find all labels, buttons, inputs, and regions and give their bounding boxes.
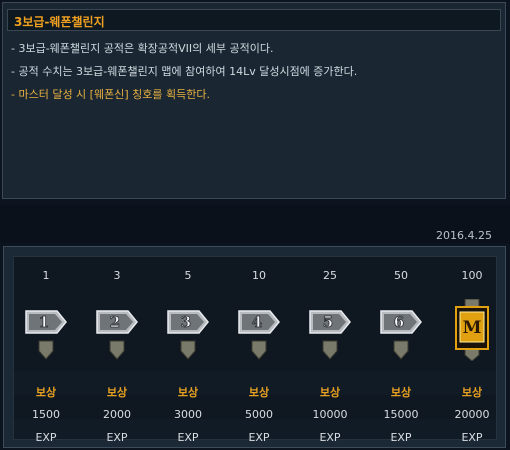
badge-glyph: 2 [110,313,120,331]
reward-label: 보상 [106,386,128,399]
achievement-info-panel: 3보급-웨폰챌린지 - 3보급-웨폰챌린지 공적은 확장공적VII의 세부 공적… [2,2,506,199]
badge-glyph: M [463,318,482,338]
rewards-panel: 1 1 보상 1500 EXP 3 2 보상 2000 EXP 5 3 보상 3000 EXP 10 4 보상 50… [3,246,506,448]
exp-unit: EXP [177,431,199,444]
exp-unit: EXP [35,431,57,444]
exp-value: 20000 [454,408,490,421]
tier-level: 100 [461,269,483,282]
rank-badge: 2 [87,299,147,361]
badge-glyph: 5 [323,313,333,331]
master-badge: M [442,299,502,361]
rank-badge-icon: 4 [238,310,280,360]
badge-glyph: 4 [252,313,262,331]
description-line: - 공적 수치는 3보급-웨폰챌린지 맵에 참여하여 14Lv 달성시점에 증가… [11,65,358,78]
rank-badge-icon: 6 [380,310,422,360]
reward-label: 보상 [390,386,412,399]
exp-unit: EXP [106,431,128,444]
reward-label: 보상 [461,386,483,399]
exp-unit: EXP [461,431,483,444]
tier-level: 50 [394,269,408,282]
achievement-title-bar: 3보급-웨폰챌린지 [7,9,501,31]
exp-value: 1500 [32,408,60,421]
exp-unit: EXP [390,431,412,444]
exp-value: 10000 [312,408,348,421]
tier-level: 5 [184,269,192,282]
rank-badge: 5 [300,299,360,361]
reward-label: 보상 [177,386,199,399]
achievement-date: 2016.4.25 [436,229,492,242]
badge-glyph: 3 [181,313,191,331]
exp-value: 3000 [174,408,202,421]
badge-glyph: 1 [39,313,49,331]
exp-value: 5000 [245,408,273,421]
rank-badge-icon: 2 [96,310,138,360]
tier-level: 1 [42,269,50,282]
rank-badge: 4 [229,299,289,361]
tier-level: 3 [113,269,121,282]
rewards-table: 1 1 보상 1500 EXP 3 2 보상 2000 EXP 5 3 보상 3000 EXP 10 4 보상 50… [13,256,497,444]
description-line-master: - 마스터 달성 시 [웨폰신] 칭호를 획득한다. [11,88,210,101]
rank-badge-icon: 3 [167,310,209,360]
exp-unit: EXP [319,431,341,444]
reward-label: 보상 [35,386,57,399]
divider-strip [0,205,510,243]
reward-label: 보상 [248,386,270,399]
achievement-title: 3보급-웨폰챌린지 [14,15,105,29]
rank-badge-icon: 5 [309,310,351,360]
rank-badge: 1 [16,299,76,361]
badge-glyph: 6 [394,313,404,331]
reward-label: 보상 [319,386,341,399]
exp-unit: EXP [248,431,270,444]
tier-level: 10 [252,269,266,282]
rank-badge: 6 [371,299,431,361]
description-line: - 3보급-웨폰챌린지 공적은 확장공적VII의 세부 공적이다. [11,42,274,55]
tier-level: 25 [323,269,337,282]
rank-badge: 3 [158,299,218,361]
exp-value: 15000 [383,408,419,421]
achievement-description: - 3보급-웨폰챌린지 공적은 확장공적VII의 세부 공적이다. - 공적 수… [11,41,357,110]
exp-value: 2000 [103,408,131,421]
master-badge-icon: M [455,299,489,361]
rank-badge-icon: 1 [25,310,67,360]
